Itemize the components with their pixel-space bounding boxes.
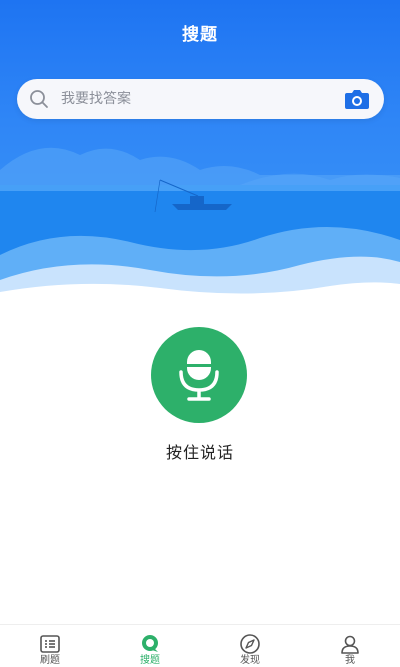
search-input[interactable] xyxy=(61,79,341,119)
tab-practice[interactable]: 刷题 xyxy=(0,625,100,667)
compass-icon xyxy=(240,634,260,654)
hero-banner: 搜题 xyxy=(0,0,400,305)
voice-record-button[interactable] xyxy=(151,327,247,423)
lake-scenery-illustration xyxy=(0,147,400,305)
tab-label: 我 xyxy=(345,655,355,666)
camera-icon[interactable] xyxy=(344,88,370,110)
user-icon xyxy=(341,635,359,654)
search-icon xyxy=(30,90,48,108)
bottom-tab-bar: 刷题 搜题 发现 我 xyxy=(0,624,400,667)
list-icon xyxy=(40,635,60,653)
page-title: 搜题 xyxy=(182,25,218,45)
search-bar[interactable] xyxy=(17,79,384,119)
tab-me[interactable]: 我 xyxy=(300,625,400,667)
tab-label: 发现 xyxy=(240,655,260,666)
tab-discover[interactable]: 发现 xyxy=(200,625,300,667)
tab-label: 刷题 xyxy=(40,655,60,666)
microphone-icon xyxy=(179,350,219,401)
voice-input-area xyxy=(151,327,247,423)
tab-label: 搜题 xyxy=(140,655,160,666)
tab-search[interactable]: 搜题 xyxy=(100,625,200,667)
search-bubble-icon xyxy=(142,635,158,652)
voice-hint: 按住说话 xyxy=(165,443,234,462)
